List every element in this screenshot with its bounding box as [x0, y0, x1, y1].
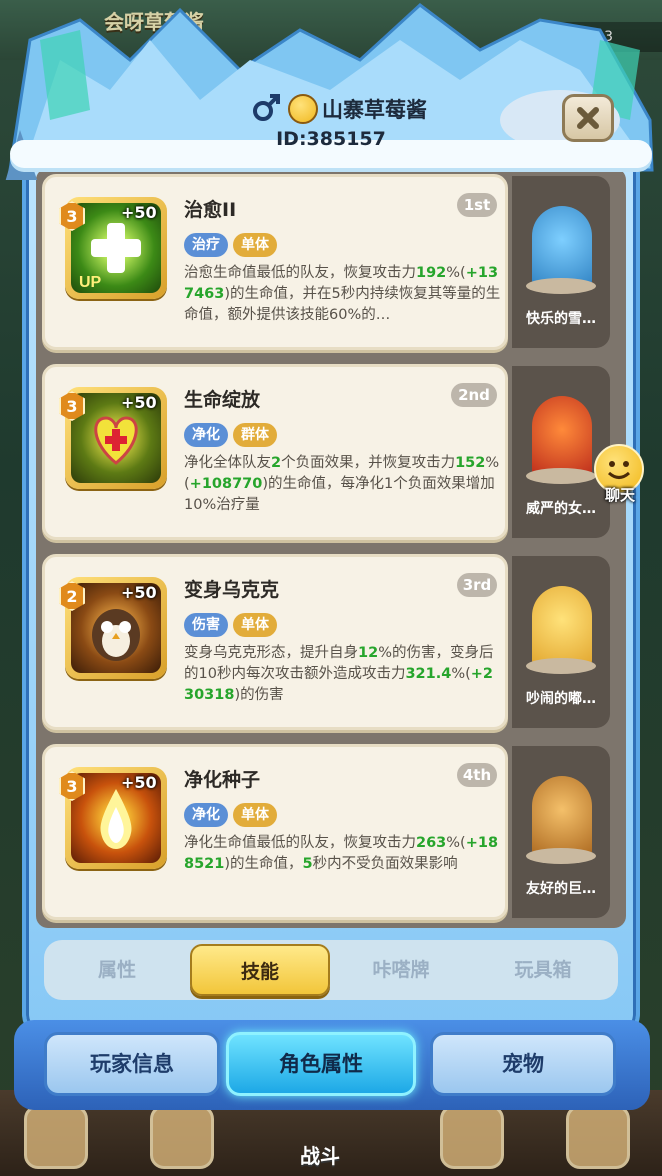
skill-card[interactable]: 2 +50 变身乌克克 3rd 伤害 单体 变身乌克克形态，提升自身12%的伤害… [42, 554, 508, 730]
pet-slot[interactable]: 快乐的雪… [512, 176, 610, 348]
skill-bonus-label: +50 [121, 583, 157, 602]
tab-toybox[interactable]: 玩具箱 [484, 944, 602, 996]
skill-name: 净化种子 [184, 769, 261, 791]
chat-label: 聊天 [604, 486, 635, 504]
male-gender-icon [253, 94, 280, 121]
skill-rank-badge: 2nd [451, 383, 497, 407]
skill-row: 3 +50 净化种子 4th 净化 单体 净化生命值最低的队友，恢复攻击力263… [42, 744, 612, 922]
skill-description: 净化生命值最低的队友，恢复攻击力263%(+188521)的生命值，5秒内不受负… [184, 835, 499, 872]
tab-attributes[interactable]: 属性 [58, 944, 176, 996]
skill-description: 净化全体队友2个负面效果，并恢复攻击力152%(+108770)的生命值，每净化… [184, 455, 500, 513]
skill-card[interactable]: 3 +50 净化种子 4th 净化 单体 净化生命值最低的队友，恢复攻击力263… [42, 744, 508, 920]
pet-slot[interactable]: 友好的巨… [512, 746, 610, 918]
background-avatar [566, 1105, 630, 1169]
skill-name: 治愈II [184, 199, 237, 221]
pet-name: 快乐的雪… [526, 311, 596, 327]
skill-name: 变身乌克克 [184, 579, 280, 601]
background-avatar [440, 1105, 504, 1169]
skill-bonus-label: +50 [121, 203, 157, 222]
tab-player-info[interactable]: 玩家信息 [44, 1032, 220, 1096]
skill-card[interactable]: 3 +50 生命绽放 2nd 净化 群体 净化全体队友2个负面效果，并恢复攻击力… [42, 364, 508, 540]
skill-description: 治愈生命值最低的队友，恢复攻击力192%(+137463)的生命值，并在5秒内持… [184, 265, 501, 323]
close-icon [577, 107, 599, 129]
skill-card[interactable]: UP 3 +50 治愈II 1st 治疗 单体 治愈生命值最低的队友，恢复攻击力… [42, 174, 508, 350]
skill-name: 生命绽放 [184, 389, 261, 411]
skill-bonus-label: +50 [121, 393, 157, 412]
tab-character-attributes[interactable]: 角色属性 [226, 1032, 416, 1096]
pet-slot[interactable]: 吵闹的嘟… [512, 556, 610, 728]
pet-pedestal [526, 468, 596, 484]
skill-tag: 净化 [184, 803, 228, 827]
background-avatar [24, 1105, 88, 1169]
pet-pedestal [526, 658, 596, 674]
skill-tag: 伤害 [184, 613, 228, 637]
player-name: 山寨草莓酱 [322, 98, 427, 122]
pet-pedestal [526, 278, 596, 294]
skill-tag: 单体 [233, 803, 277, 827]
skill-description: 变身乌克克形态，提升自身12%的伤害，变身后的10秒内每次攻击额外造成攻击力32… [184, 645, 494, 703]
tab-pets[interactable]: 宠物 [430, 1032, 616, 1096]
skill-tag: 单体 [233, 613, 277, 637]
skill-tag: 单体 [233, 233, 277, 257]
player-avatar [288, 94, 318, 124]
tab-skills[interactable]: 技能 [190, 944, 330, 996]
skill-rank-badge: 1st [457, 193, 497, 217]
close-button[interactable] [562, 94, 614, 142]
skill-row: UP 3 +50 治愈II 1st 治疗 单体 治愈生命值最低的队友，恢复攻击力… [42, 174, 612, 352]
up-label: UP [79, 274, 102, 291]
skill-rank-badge: 3rd [457, 573, 497, 597]
battle-label: 战斗 [300, 1144, 340, 1168]
skill-row: 2 +50 变身乌克克 3rd 伤害 单体 变身乌克克形态，提升自身12%的伤害… [42, 554, 612, 732]
skill-tag: 群体 [233, 423, 277, 447]
skill-bonus-label: +50 [121, 773, 157, 792]
skill-rank-badge: 4th [457, 763, 497, 787]
tab-cards[interactable]: 咔嗒牌 [342, 944, 460, 996]
pet-name: 吵闹的嘟… [526, 691, 596, 707]
pet-pedestal [526, 848, 596, 864]
background-avatar [150, 1105, 214, 1169]
skill-tag: 治疗 [184, 233, 228, 257]
skill-row: 3 +50 生命绽放 2nd 净化 群体 净化全体队友2个负面效果，并恢复攻击力… [42, 364, 612, 542]
skill-tag: 净化 [184, 423, 228, 447]
pet-name: 友好的巨… [526, 881, 596, 897]
